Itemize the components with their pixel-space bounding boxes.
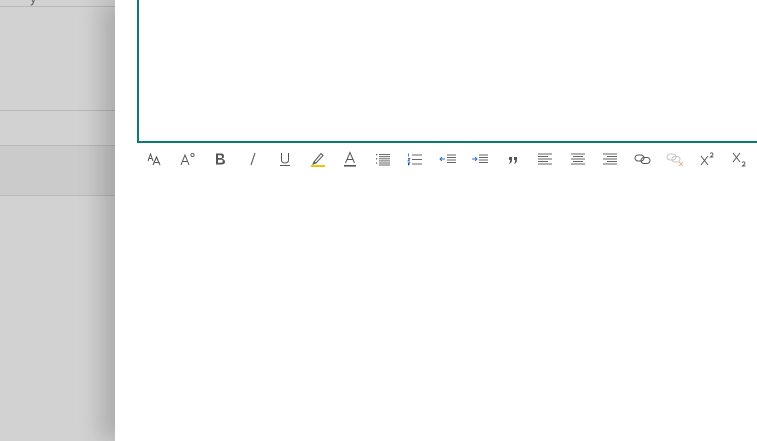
divider bbox=[0, 195, 115, 196]
quote-icon bbox=[508, 157, 517, 164]
numbered-list-button[interactable] bbox=[399, 146, 432, 172]
font-size-button[interactable] bbox=[139, 146, 172, 172]
divider bbox=[0, 6, 115, 7]
increase-indent-button[interactable] bbox=[464, 146, 497, 172]
divider bbox=[0, 145, 115, 146]
align-left-icon bbox=[538, 153, 553, 165]
decrease-indent-icon bbox=[439, 154, 456, 163]
font-style-button[interactable] bbox=[172, 146, 205, 172]
align-right-button[interactable] bbox=[594, 146, 627, 172]
underline-icon bbox=[280, 153, 291, 166]
bold-icon bbox=[216, 153, 226, 165]
bullet-list-button[interactable] bbox=[367, 146, 400, 172]
remove-link-button[interactable] bbox=[659, 146, 692, 172]
font-size-icon bbox=[147, 152, 161, 166]
underline-button[interactable] bbox=[269, 146, 302, 172]
bullet-list-icon bbox=[375, 154, 390, 166]
background-pane: y bbox=[0, 0, 115, 441]
superscript-icon bbox=[700, 152, 714, 166]
align-center-icon bbox=[570, 153, 585, 165]
align-center-button[interactable] bbox=[562, 146, 595, 172]
subscript-button[interactable] bbox=[724, 146, 757, 172]
highlight-icon bbox=[310, 152, 325, 167]
list-item bbox=[0, 145, 115, 195]
italic-icon bbox=[250, 152, 256, 166]
italic-button[interactable] bbox=[237, 146, 270, 172]
font-color-button[interactable] bbox=[334, 146, 367, 172]
numbered-list-icon bbox=[407, 153, 423, 166]
font-color-icon bbox=[344, 151, 357, 167]
link-icon bbox=[634, 154, 651, 164]
editor-dialog bbox=[115, 0, 757, 441]
align-right-icon bbox=[603, 153, 618, 165]
divider bbox=[0, 110, 115, 111]
quote-button[interactable] bbox=[497, 146, 530, 172]
rich-text-editor[interactable] bbox=[137, 0, 757, 143]
subscript-icon bbox=[732, 152, 746, 167]
align-left-button[interactable] bbox=[529, 146, 562, 172]
increase-indent-icon bbox=[472, 154, 489, 163]
highlight-button[interactable] bbox=[302, 146, 335, 172]
insert-link-button[interactable] bbox=[627, 146, 660, 172]
font-style-icon bbox=[180, 152, 195, 166]
formatting-toolbar bbox=[139, 146, 757, 172]
superscript-button[interactable] bbox=[692, 146, 725, 172]
decrease-indent-button[interactable] bbox=[432, 146, 465, 172]
unlink-icon bbox=[666, 153, 684, 166]
bold-button[interactable] bbox=[204, 146, 237, 172]
